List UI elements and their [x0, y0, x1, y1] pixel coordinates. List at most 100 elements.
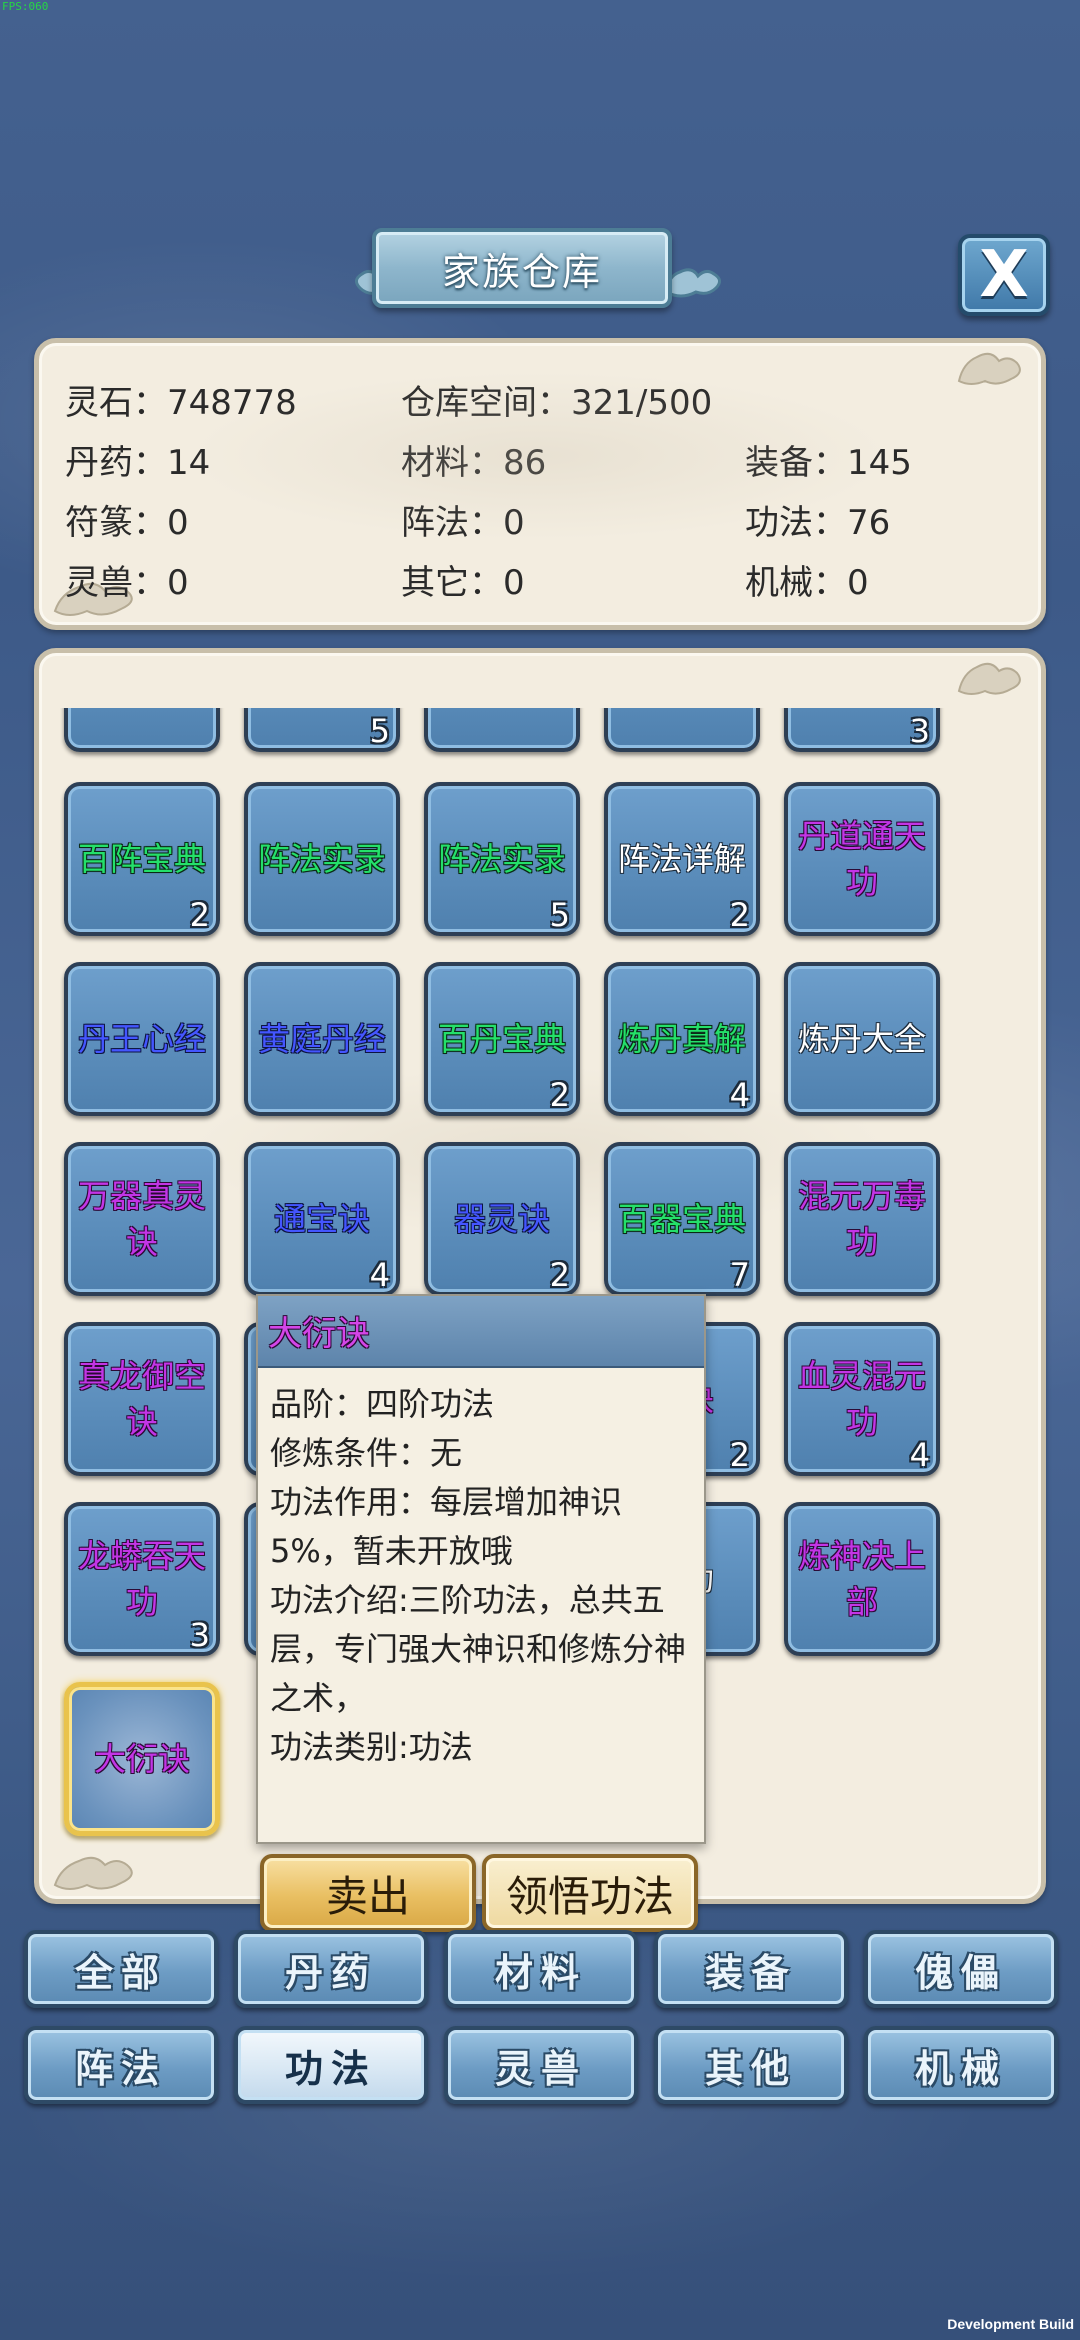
stat-others: 其它：0 [401, 563, 525, 603]
tab-label: 丹药 [284, 1950, 377, 1995]
tab-label: 其他 [704, 2046, 797, 2091]
tab-machines[interactable]: 机械 [864, 2026, 1058, 2104]
tab-label: 阵法 [74, 2046, 167, 2091]
inventory-slot[interactable]: 百器宝典 7 [604, 1142, 760, 1296]
tooltip-title: 大衍诀 [268, 1314, 370, 1354]
tooltip-requirement: 修炼条件：无 [270, 1434, 463, 1472]
inventory-slot[interactable] [424, 708, 580, 752]
item-name [70, 708, 214, 748]
close-button[interactable]: X [958, 234, 1050, 316]
stat-spirit-stone: 灵石：748778 [65, 383, 297, 423]
inventory-slot[interactable]: 黄庭丹经 [244, 962, 400, 1116]
cloud-corner-icon [957, 662, 1021, 695]
item-name: 大衍诀 [93, 1740, 190, 1778]
stat-talismans: 符篆：0 [65, 503, 189, 543]
inventory-slot[interactable]: 3 [784, 708, 940, 752]
item-count: 4 [729, 1076, 750, 1114]
inventory-slot[interactable]: 万器真灵诀 [64, 1142, 220, 1296]
inventory-slot[interactable]: 百阵宝典 2 [64, 782, 220, 936]
inventory-slot[interactable] [64, 708, 220, 752]
learn-technique-button[interactable]: 领悟功法 [482, 1854, 698, 1932]
item-name: 混元万毒功 [797, 1177, 926, 1261]
tab-label: 傀儡 [914, 1950, 1007, 1995]
item-name: 丹王心经 [77, 1020, 206, 1058]
item-name [430, 708, 574, 748]
item-name: 炼丹大全 [797, 1020, 926, 1058]
stat-formations: 阵法：0 [401, 503, 525, 543]
item-name: 阵法实录 [257, 840, 386, 878]
item-name: 炼神决上部 [797, 1537, 926, 1621]
stat-materials: 材料：86 [401, 443, 547, 483]
tab-puppets[interactable]: 傀儡 [864, 1930, 1058, 2008]
inventory-slot[interactable]: 通宝诀 4 [244, 1142, 400, 1296]
sell-button-label: 卖出 [325, 1871, 410, 1921]
tab-formations[interactable]: 阵法 [24, 2026, 218, 2104]
item-count: 2 [729, 896, 750, 934]
item-count: 3 [189, 1616, 210, 1654]
tooltip-effect: 功法作用：每层增加神识5%，暂未开放哦 [270, 1483, 623, 1570]
tab-label: 机械 [914, 2046, 1007, 2091]
fps-counter: FPS:060 [2, 0, 49, 13]
inventory-slot[interactable]: 真龙御空诀 [64, 1322, 220, 1476]
tab-label: 功法 [284, 2046, 377, 2091]
stat-storage-space: 仓库空间：321/500 [401, 383, 713, 423]
inventory-slot[interactable]: 5 [244, 708, 400, 752]
tab-techniques[interactable]: 功法 [234, 2026, 428, 2104]
tab-label: 灵兽 [494, 2046, 587, 2091]
tab-all[interactable]: 全部 [24, 1930, 218, 2008]
storage-stats-panel: 灵石：748778 仓库空间：321/500 丹药：14 材料：86 装备：14… [34, 338, 1046, 630]
tab-pills[interactable]: 丹药 [234, 1930, 428, 2008]
tooltip-grade: 品阶：四阶功法 [270, 1385, 495, 1423]
inventory-slot[interactable]: 血灵混元功 4 [784, 1322, 940, 1476]
item-count: 2 [729, 1436, 750, 1474]
inventory-slot[interactable]: 炼神决上部 [784, 1502, 940, 1656]
inventory-slot[interactable]: 阵法详解 2 [604, 782, 760, 936]
item-count: 4 [909, 1436, 930, 1474]
item-count: 4 [369, 1256, 390, 1294]
title-banner: 家族仓库 [372, 228, 672, 308]
tab-label: 全部 [74, 1950, 167, 1995]
tab-equipment[interactable]: 装备 [654, 1930, 848, 2008]
inventory-slot[interactable]: 炼丹真解 4 [604, 962, 760, 1116]
stat-machines: 机械：0 [745, 563, 869, 603]
tab-label: 材料 [494, 1950, 587, 1995]
page-title: 家族仓库 [441, 249, 602, 294]
stat-pills: 丹药：14 [65, 443, 211, 483]
item-count: 2 [189, 896, 210, 934]
item-name: 丹道通天功 [797, 817, 926, 901]
item-count: 7 [729, 1256, 750, 1294]
tooltip-body: 品阶：四阶功法 修炼条件：无 功法作用：每层增加神识5%，暂未开放哦 功法介绍:… [270, 1380, 700, 1772]
inventory-slot[interactable]: 诀 [604, 708, 760, 752]
tooltip-description: 功法介绍:三阶功法，总共五层，专门强大神识和修炼分神之术， [270, 1581, 687, 1717]
item-name: 诀 [610, 708, 754, 748]
item-count: 2 [549, 1076, 570, 1114]
item-count: 5 [549, 896, 570, 934]
inventory-slot[interactable]: 百丹宝典 2 [424, 962, 580, 1116]
item-count: 3 [909, 712, 930, 750]
tab-others[interactable]: 其他 [654, 2026, 848, 2104]
inventory-slot[interactable]: 器灵诀 2 [424, 1142, 580, 1296]
tooltip-category: 功法类别:功法 [270, 1728, 473, 1766]
inventory-slot[interactable]: 阵法实录 [244, 782, 400, 936]
item-count: 5 [369, 712, 390, 750]
stat-techniques: 功法：76 [745, 503, 891, 543]
inventory-slot-selected[interactable]: 大衍诀 [64, 1682, 220, 1836]
tab-beasts[interactable]: 灵兽 [444, 2026, 638, 2104]
development-build-label: Development Build [947, 2316, 1074, 2332]
inventory-slot[interactable]: 丹王心经 [64, 962, 220, 1116]
item-name: 黄庭丹经 [257, 1020, 386, 1058]
inventory-slot[interactable]: 混元万毒功 [784, 1142, 940, 1296]
tab-label: 装备 [704, 1950, 797, 1995]
inventory-slot[interactable]: 龙蟒吞天功 3 [64, 1502, 220, 1656]
item-tooltip: 大衍诀 品阶：四阶功法 修炼条件：无 功法作用：每层增加神识5%，暂未开放哦 功… [256, 1294, 706, 1844]
inventory-slot[interactable]: 阵法实录 5 [424, 782, 580, 936]
cloud-corner-icon [957, 352, 1021, 385]
close-icon: X [979, 238, 1029, 312]
stat-equipment: 装备：145 [745, 443, 912, 483]
sell-button[interactable]: 卖出 [260, 1854, 476, 1932]
tab-materials[interactable]: 材料 [444, 1930, 638, 2008]
item-count: 2 [549, 1256, 570, 1294]
inventory-slot[interactable]: 炼丹大全 [784, 962, 940, 1116]
stat-beasts: 灵兽：0 [65, 563, 189, 603]
inventory-slot[interactable]: 丹道通天功 [784, 782, 940, 936]
